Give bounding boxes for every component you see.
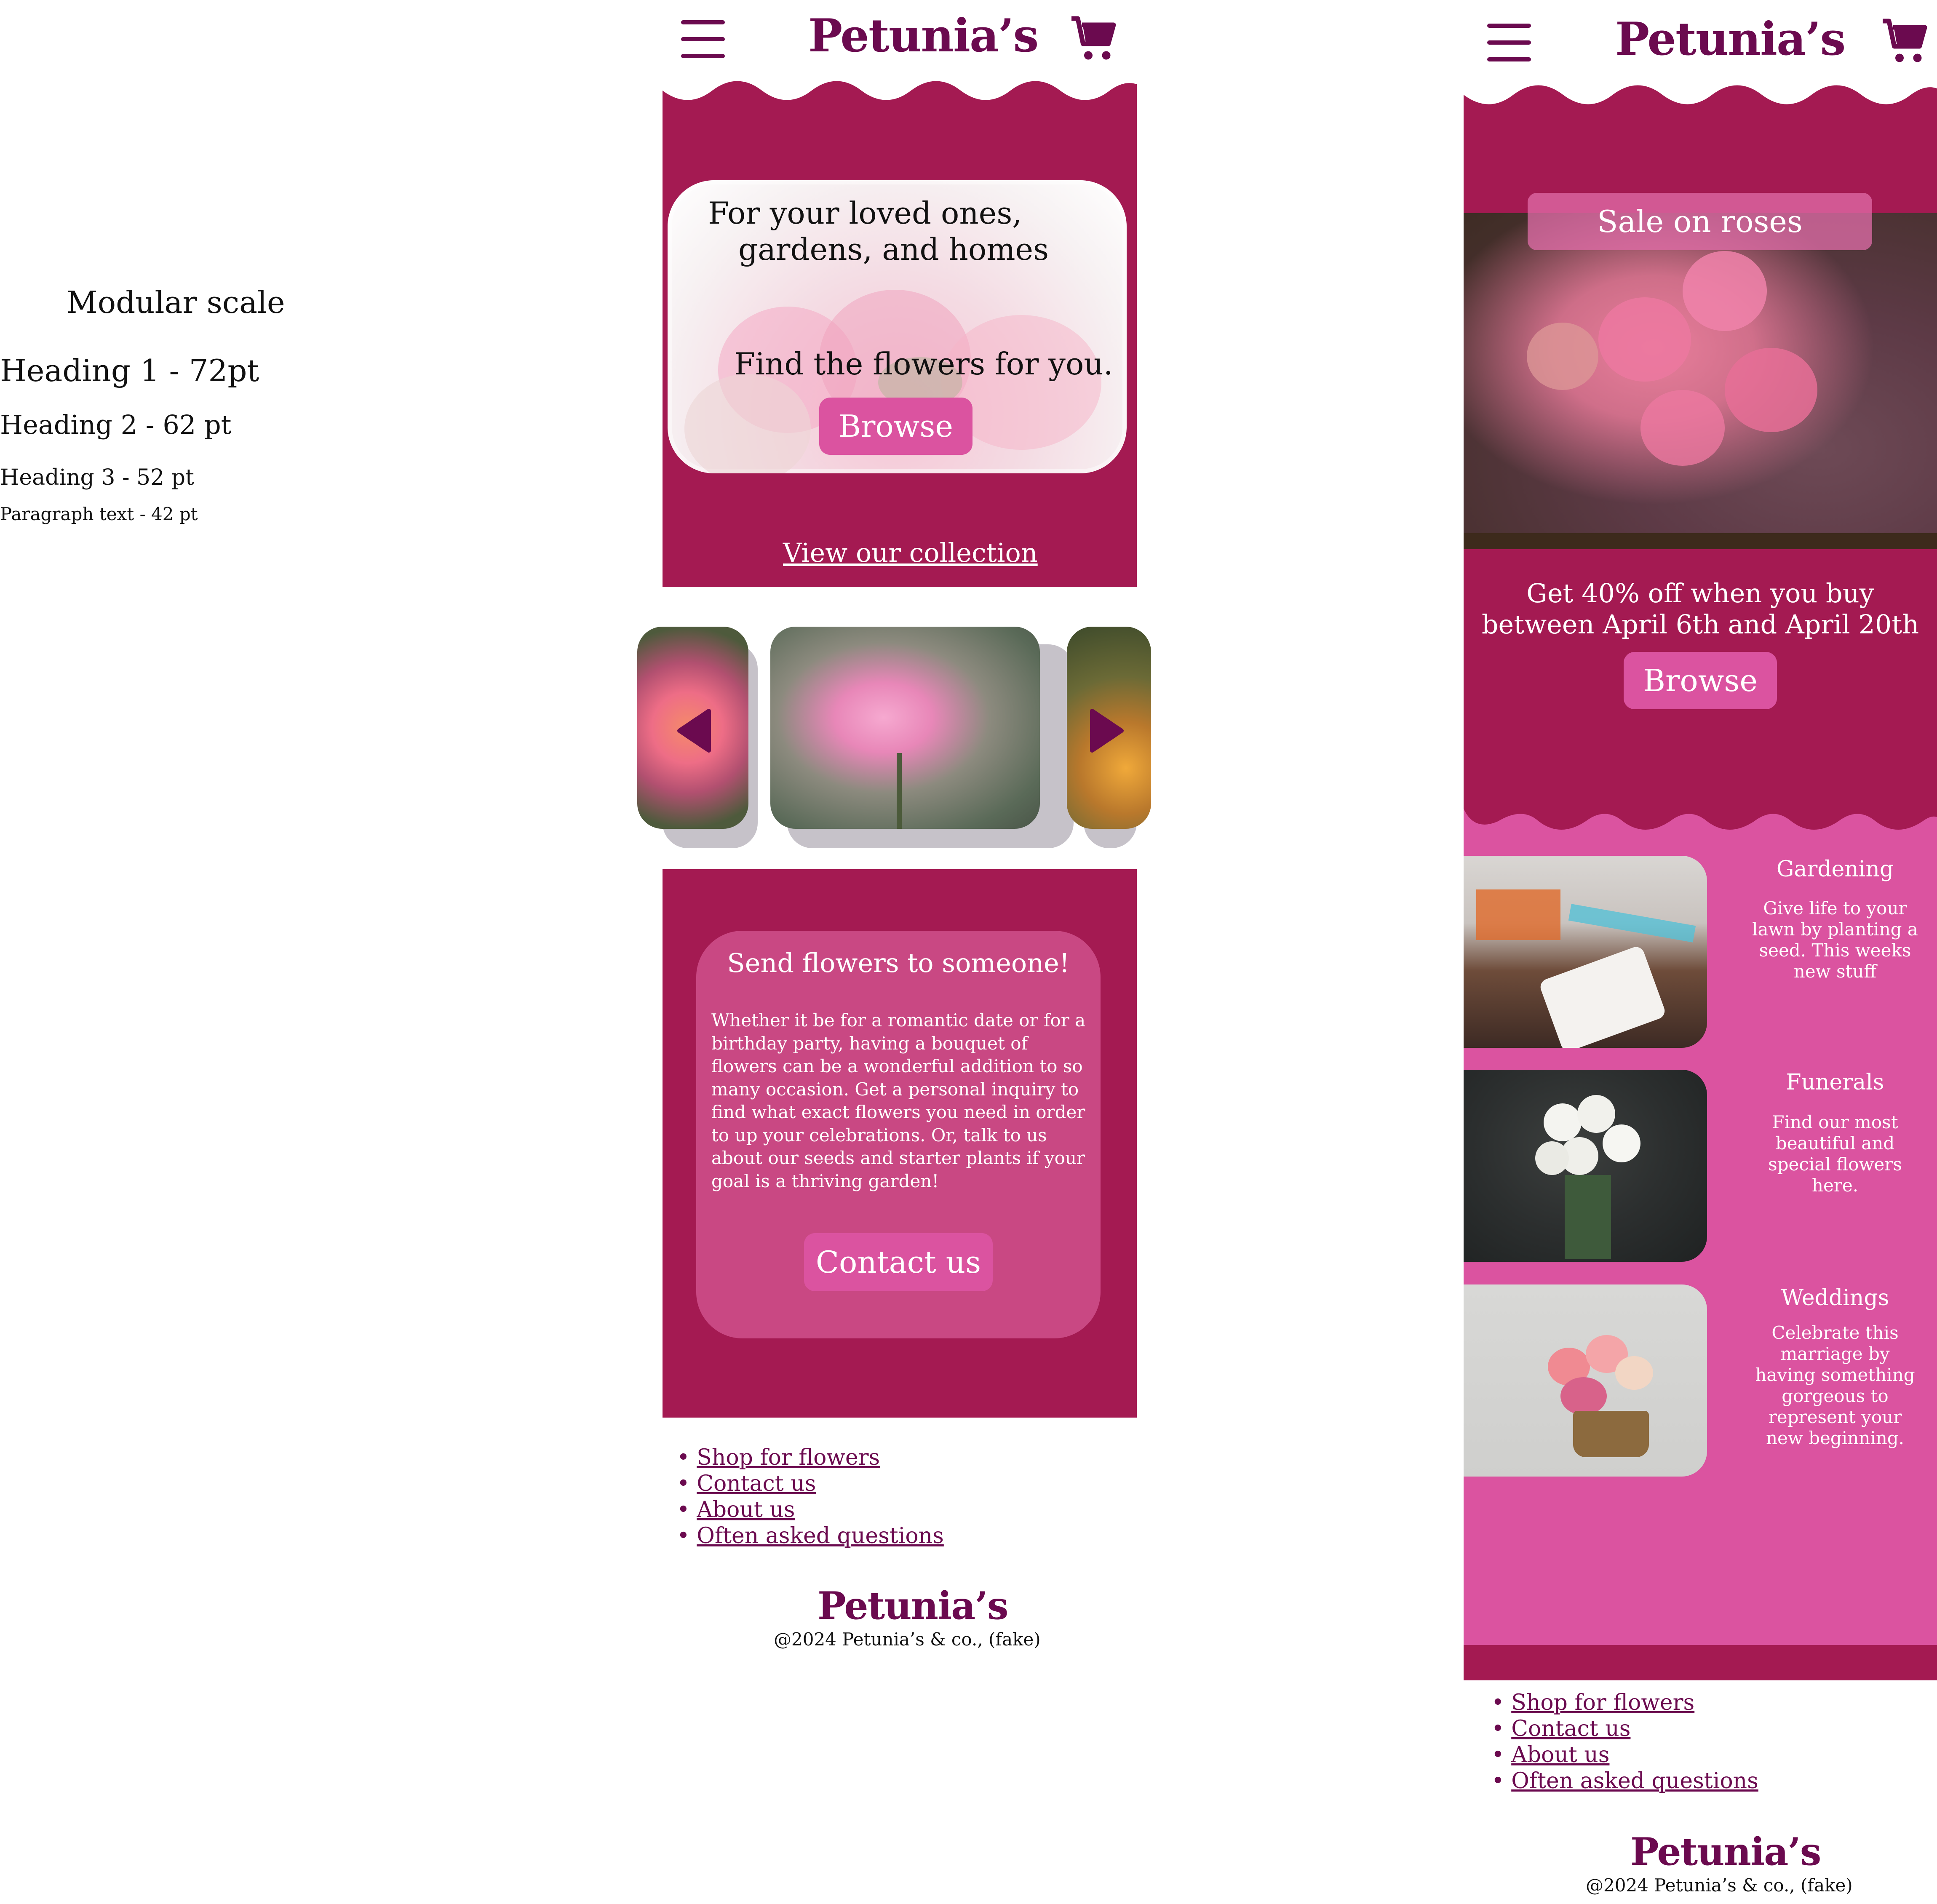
footer-logo: Petunia’s (818, 1584, 1008, 1628)
footer-links: • Shop for flowers • Contact us • About … (1491, 1690, 1758, 1794)
footer-link-item: • Shop for flowers (1491, 1690, 1695, 1715)
footer-link-item: • Often asked questions (677, 1523, 944, 1549)
hero-card: For your loved ones, gardens, and homes … (668, 180, 1127, 473)
contact-us-button[interactable]: Contact us (804, 1233, 993, 1291)
send-flowers-card: Send flowers to someone! Whether it be f… (696, 931, 1101, 1338)
footer-link-faq[interactable]: Often asked questions (1511, 1768, 1758, 1794)
view-collection-link[interactable]: View our collection (783, 537, 1038, 568)
sale-text: Get 40% off when you buy between April 6… (1481, 578, 1919, 640)
hamburger-menu-icon[interactable] (1487, 24, 1531, 61)
funerals-text: Find our most beautiful and special flow… (1768, 1112, 1902, 1196)
scale-heading-3: Heading 3 - 52 pt (0, 465, 194, 490)
shopping-cart-icon[interactable] (1069, 14, 1120, 65)
footer-link-shop[interactable]: Shop for flowers (1511, 1690, 1694, 1715)
footer-link-about[interactable]: About us (1511, 1742, 1609, 1768)
site-header: Petunia’s (663, 0, 1137, 76)
browse-button[interactable]: Browse (819, 398, 973, 455)
footer-divider (1464, 1645, 1937, 1680)
footer-link-item: • Shop for flowers (677, 1445, 880, 1470)
modular-scale-title: Modular scale (67, 285, 285, 320)
brand-logo[interactable]: Petunia’s (1615, 13, 1846, 66)
sale-browse-button[interactable]: Browse (1624, 652, 1777, 709)
footer-link-item: • Contact us (1491, 1716, 1631, 1741)
footer-link-about[interactable]: About us (697, 1497, 795, 1522)
carousel-prev-arrow-icon[interactable] (675, 708, 713, 754)
hero-line-1: For your loved ones, (708, 195, 1022, 231)
footer-logo: Petunia’s (1630, 1829, 1821, 1874)
funerals-title: Funerals (1786, 1070, 1884, 1095)
footer-link-item: • Often asked questions (1491, 1768, 1758, 1794)
gardening-image[interactable] (1464, 856, 1707, 1048)
site-header: Petunia’s (1464, 0, 1937, 80)
footer-link-contact[interactable]: Contact us (1511, 1716, 1630, 1741)
weddings-title: Weddings (1781, 1285, 1889, 1311)
weddings-text: Celebrate this marriage by having someth… (1755, 1322, 1915, 1448)
footer-link-item: • About us (1491, 1742, 1610, 1768)
shopping-cart-icon[interactable] (1881, 17, 1931, 67)
hero-line-2: gardens, and homes (738, 232, 1049, 267)
hamburger-menu-icon[interactable] (681, 20, 725, 58)
scallop-border (1464, 800, 1937, 842)
footer-link-item: • About us (677, 1497, 795, 1522)
funerals-image[interactable] (1464, 1070, 1707, 1262)
carousel-next-arrow-icon[interactable] (1088, 708, 1126, 754)
copyright-text: @2024 Petunia’s & co., (fake) (774, 1629, 1041, 1650)
send-flowers-title: Send flowers to someone! (727, 948, 1070, 978)
lotus-carousel-image[interactable] (770, 627, 1040, 829)
footer-links: • Shop for flowers • Contact us • About … (677, 1445, 944, 1549)
footer-link-faq[interactable]: Often asked questions (697, 1523, 944, 1549)
gardening-title: Gardening (1776, 857, 1894, 882)
copyright-text: @2024 Petunia’s & co., (fake) (1586, 1875, 1853, 1896)
gardening-text: Give life to your lawn by planting a see… (1752, 898, 1918, 982)
brand-logo[interactable]: Petunia’s (808, 9, 1039, 62)
roses-sale-image (1464, 213, 1937, 549)
footer-link-item: • Contact us (677, 1471, 816, 1496)
scale-paragraph: Paragraph text - 42 pt (0, 504, 198, 524)
footer-link-contact[interactable]: Contact us (697, 1471, 816, 1496)
hero-line-3: Find the flowers for you. (734, 346, 1113, 382)
weddings-image[interactable] (1464, 1284, 1707, 1477)
sale-badge: Sale on roses (1528, 193, 1872, 250)
scale-heading-1: Heading 1 - 72pt (0, 353, 259, 388)
send-flowers-body: Whether it be for a romantic date or for… (711, 1010, 1086, 1191)
footer-link-shop[interactable]: Shop for flowers (697, 1445, 880, 1470)
scale-heading-2: Heading 2 - 62 pt (0, 409, 232, 440)
